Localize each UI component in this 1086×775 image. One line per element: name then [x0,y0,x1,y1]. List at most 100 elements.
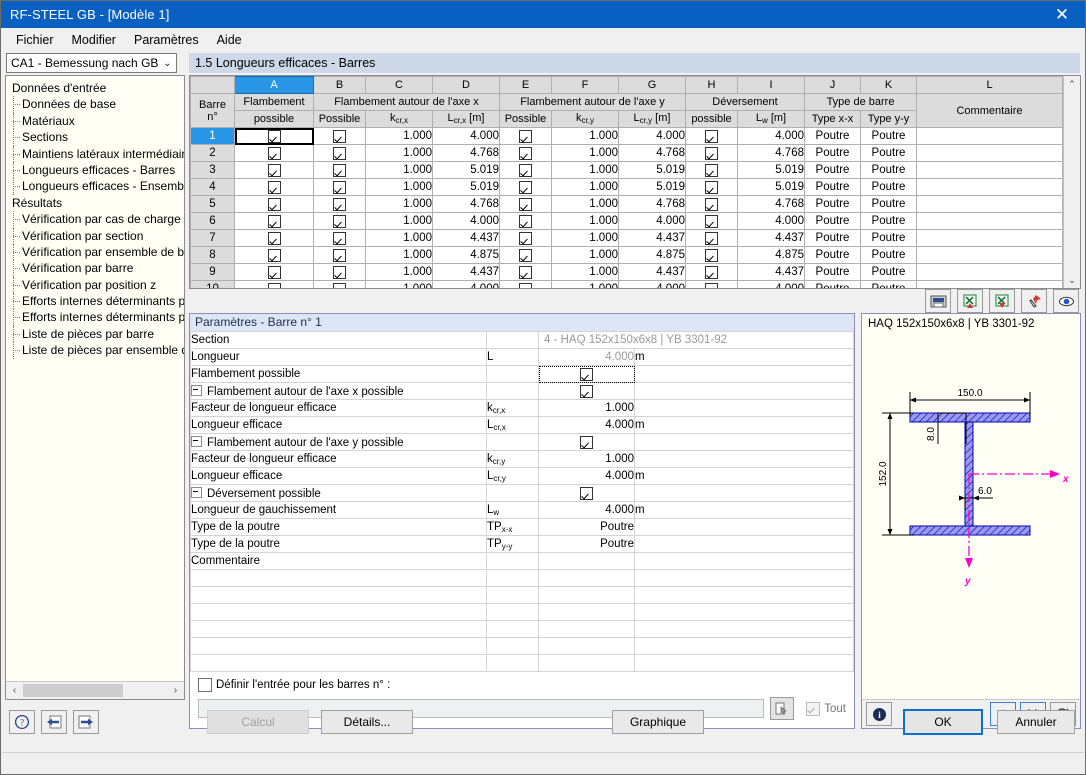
parameter-row[interactable]: Facteur de longueur efficace kcr,y 1.000 [190,450,854,468]
parameter-row[interactable]: Longueur efficace Lcr,y 4.000 m [190,467,854,485]
cell-lcrx[interactable]: 5.019 [432,161,500,179]
checkbox-cell[interactable] [705,180,718,194]
tree-item-1-6[interactable]: Efforts internes déterminants par ensemb… [10,309,184,327]
scroll-down-icon[interactable]: ⌄ [1064,272,1080,288]
cell-dev-possible[interactable] [685,212,738,230]
cell-x-possible[interactable] [313,144,366,162]
table-row[interactable]: 2 1.000 4.768 1.000 4.768 4.768 Poutre Poutre [190,144,1063,162]
cell-lw[interactable]: 5.019 [737,178,805,196]
column-header-I[interactable]: I [737,76,805,94]
cell-type-xx[interactable]: Poutre [804,178,861,196]
cell-type-xx[interactable]: Poutre [804,246,861,264]
parameters-table[interactable]: Section 4 - HAQ 152x150x6x8 | YB 3301-92 L… [190,331,854,672]
checkbox-cell[interactable] [519,214,532,228]
cell-lw[interactable]: 4.000 [737,212,805,230]
checkbox-cell[interactable] [333,180,346,194]
export-excel-down-icon[interactable] [989,289,1015,313]
cell-type-yy[interactable]: Poutre [860,195,917,213]
parameter-value[interactable]: 4.000 [538,348,635,366]
checkbox-cell[interactable] [705,163,718,177]
cell-type-xx[interactable]: Poutre [804,127,861,145]
cell-y-possible[interactable] [499,178,552,196]
cell-y-possible[interactable] [499,246,552,264]
parameter-checkbox[interactable] [580,435,593,449]
cell-comment[interactable] [916,263,1063,281]
checkbox-cell[interactable] [333,265,346,279]
table-scroll-track[interactable] [1064,92,1080,272]
cell-lw[interactable]: 4.768 [737,144,805,162]
table-row[interactable]: 6 1.000 4.000 1.000 4.000 4.000 Poutre Poutre [190,212,1063,230]
cell-lcrx[interactable]: 4.000 [432,127,500,145]
cell-kcry[interactable]: 1.000 [551,178,619,196]
parameter-row[interactable]: Longueur efficace Lcr,x 4.000 m [190,416,854,434]
cell-lcrx[interactable]: 4.768 [432,195,500,213]
tree-scroll-track[interactable] [23,683,167,698]
cell-comment[interactable] [916,161,1063,179]
collapse-icon[interactable] [191,486,202,498]
checkbox-cell[interactable] [519,197,532,211]
cell-kcrx[interactable]: 1.000 [365,127,433,145]
row-number[interactable]: 10 [190,280,235,288]
tree-item-0-0[interactable]: Données de base [10,96,184,114]
checkbox-cell[interactable] [705,214,718,228]
checkbox-cell[interactable] [705,265,718,279]
checkbox-cell[interactable] [519,146,532,160]
checkbox-cell[interactable] [333,163,346,177]
checkbox-cell[interactable] [519,180,532,194]
navigation-tree[interactable]: Données d'entrée Données de base Matériaux… [6,76,184,681]
table-row[interactable]: 5 1.000 4.768 1.000 4.768 4.768 Poutre Poutre [190,195,1063,213]
checkbox-cell[interactable] [267,231,281,245]
cell-kcry[interactable]: 1.000 [551,246,619,264]
checkbox-cell[interactable] [267,265,281,279]
cell-comment[interactable] [916,127,1063,145]
parameter-row[interactable]: Flambement autour de l'axe y possible [190,433,854,451]
collapse-icon[interactable] [191,384,202,396]
column-header-B[interactable]: B [313,76,366,94]
cell-x-possible[interactable] [313,127,366,145]
checkbox-cell[interactable] [519,248,532,262]
cell-kcry[interactable]: 1.000 [551,212,619,230]
cell-type-yy[interactable]: Poutre [860,161,917,179]
cell-x-possible[interactable] [313,263,366,281]
column-header-E[interactable]: E [499,76,552,94]
all-checkbox[interactable] [806,701,821,716]
cell-y-possible[interactable] [499,263,552,281]
row-number[interactable]: 5 [190,195,235,213]
parameter-value[interactable] [538,552,635,570]
cell-x-possible[interactable] [313,212,366,230]
tree-item-0-5[interactable]: Longueurs efficaces - Ensembles [10,178,184,196]
cell-comment[interactable] [916,178,1063,196]
cell-flambement-possible[interactable] [234,195,314,213]
cell-x-possible[interactable] [313,161,366,179]
cell-kcrx[interactable]: 1.000 [365,161,433,179]
cell-dev-possible[interactable] [685,263,738,281]
cell-type-xx[interactable]: Poutre [804,263,861,281]
checkbox-cell[interactable] [333,146,346,160]
cell-lcrx[interactable]: 4.437 [432,263,500,281]
cell-lcry[interactable]: 4.768 [618,195,686,213]
annuler-button[interactable]: Annuler [997,710,1075,734]
column-header-G[interactable]: G [618,76,686,94]
cell-lcry[interactable]: 4.000 [618,212,686,230]
cell-lcry[interactable]: 4.000 [618,280,686,288]
cell-flambement-possible[interactable] [234,144,314,162]
cell-kcry[interactable]: 1.000 [551,229,619,247]
cell-kcry[interactable]: 1.000 [551,263,619,281]
collapse-icon[interactable] [191,435,202,447]
cell-type-yy[interactable]: Poutre [860,263,917,281]
cell-y-possible[interactable] [499,280,552,288]
cell-y-possible[interactable] [499,212,552,230]
cell-type-yy[interactable]: Poutre [860,144,917,162]
cell-lcrx[interactable]: 4.000 [432,212,500,230]
parameter-value[interactable] [538,433,635,451]
column-header-L[interactable]: L [916,76,1063,94]
parameter-value[interactable]: 1.000 [538,450,635,468]
cell-dev-possible[interactable] [685,127,738,145]
scroll-left-icon[interactable]: ‹ [6,685,23,696]
cell-type-yy[interactable]: Poutre [860,178,917,196]
cell-lcrx[interactable]: 4.768 [432,144,500,162]
row-number[interactable]: 2 [190,144,235,162]
parameter-row[interactable]: Déversement possible [190,484,854,502]
row-number[interactable]: 6 [190,212,235,230]
cell-dev-possible[interactable] [685,161,738,179]
